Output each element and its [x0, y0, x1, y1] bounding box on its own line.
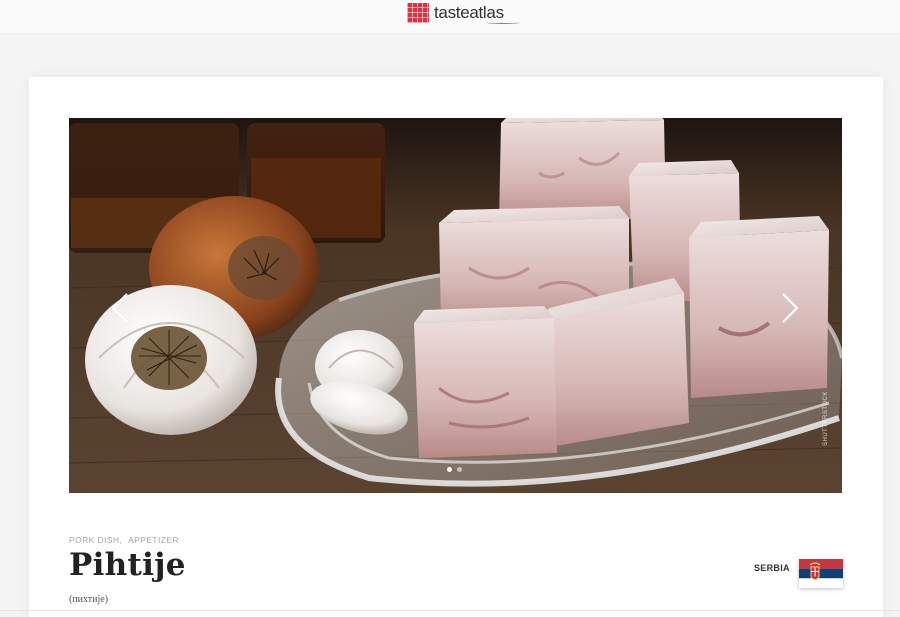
dish-card: SHUTTERSTOCK PORK DISH, APPETIZER Pihtij…: [29, 77, 883, 617]
dish-categories: PORK DISH, APPETIZER: [69, 535, 179, 545]
dish-photo: [69, 118, 842, 493]
country-label[interactable]: SERBIA: [754, 563, 790, 573]
slide-dot-1[interactable]: [447, 467, 452, 472]
top-bar: tasteatlas: [0, 0, 900, 34]
dish-title: Pihtije: [69, 547, 186, 583]
logo-swoosh: [486, 21, 520, 24]
image-gallery[interactable]: SHUTTERSTOCK: [69, 118, 842, 493]
chevron-left-icon[interactable]: [106, 290, 134, 326]
slide-indicator: [447, 467, 462, 472]
category-pork-dish[interactable]: PORK DISH,: [69, 535, 122, 545]
photo-credit: SHUTTERSTOCK: [823, 391, 829, 446]
dish-native-name: (пихтије): [69, 594, 109, 605]
checkered-tablecloth-icon: [407, 3, 429, 23]
logo-text-right: atlas: [469, 3, 504, 22]
slide-dot-2[interactable]: [457, 467, 462, 472]
chevron-right-icon[interactable]: [776, 290, 804, 326]
serbia-flag-icon[interactable]: [799, 559, 843, 588]
logo-text-left: taste: [434, 3, 470, 22]
site-logo[interactable]: tasteatlas: [407, 2, 520, 24]
page-divider: [0, 610, 900, 611]
flag-image: [799, 559, 843, 588]
category-appetizer[interactable]: APPETIZER: [128, 535, 179, 545]
logo-wordmark: tasteatlas: [434, 3, 520, 24]
